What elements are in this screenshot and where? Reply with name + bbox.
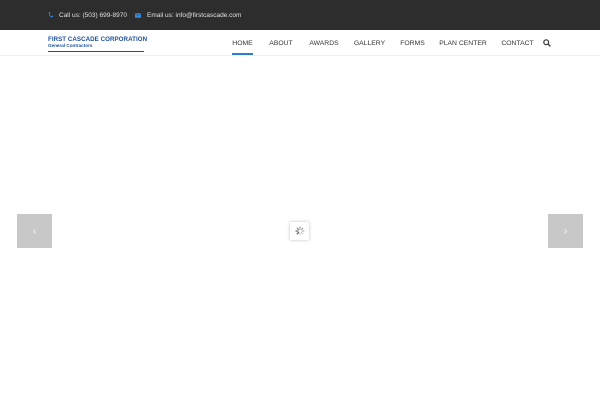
nav-item-label: GALLERY: [353, 39, 386, 47]
nav-item-forms[interactable]: FORMS: [400, 30, 425, 56]
site-header: FIRST CASCADE CORPORATION General Contra…: [0, 30, 600, 56]
logo-company-name: FIRST CASCADE CORPORATION: [48, 36, 148, 43]
nav-item-label: CONTACT: [501, 39, 534, 47]
nav-item-label: ABOUT: [269, 39, 293, 47]
nav-item-label: AWARDS: [309, 39, 339, 47]
nav-item-label: HOME: [232, 39, 253, 47]
chevron-right-icon: ›: [563, 225, 568, 237]
envelope-icon: [135, 12, 141, 18]
nav-item-label: PLAN CENTER: [439, 39, 487, 47]
search-icon[interactable]: [543, 39, 551, 47]
email-text: Email us: info@firstcascade.com: [147, 11, 242, 19]
nav-item-label: FORMS: [400, 39, 425, 47]
nav-item-awards[interactable]: AWARDS: [309, 30, 339, 56]
chevron-left-icon: ‹: [32, 225, 37, 237]
nav-item-plan-center[interactable]: PLAN CENTER: [439, 30, 487, 56]
logo-tagline: General Contractors: [48, 43, 93, 48]
hero-slider: ‹ ›: [0, 57, 600, 400]
nav-item-gallery[interactable]: GALLERY: [354, 30, 385, 56]
phone-text: Call us: (503) 699-8970: [59, 11, 127, 19]
logo-underline: [48, 51, 144, 52]
top-contact-bar: Call us: (503) 699-8970 Email us: info@f…: [0, 0, 600, 30]
phone-icon: [48, 12, 53, 18]
nav-item-about[interactable]: ABOUT: [269, 30, 293, 56]
email-contact[interactable]: Email us: info@firstcascade.com: [135, 0, 241, 30]
spinner-icon: [294, 226, 305, 236]
slider-next-button[interactable]: ›: [548, 214, 583, 248]
loading-indicator: [290, 222, 309, 240]
phone-contact[interactable]: Call us: (503) 699-8970: [48, 0, 127, 30]
nav-item-home[interactable]: HOME: [232, 30, 253, 56]
nav-item-contact[interactable]: CONTACT: [501, 30, 534, 56]
slider-prev-button[interactable]: ‹: [17, 214, 52, 248]
company-logo[interactable]: FIRST CASCADE CORPORATION General Contra…: [48, 36, 148, 52]
